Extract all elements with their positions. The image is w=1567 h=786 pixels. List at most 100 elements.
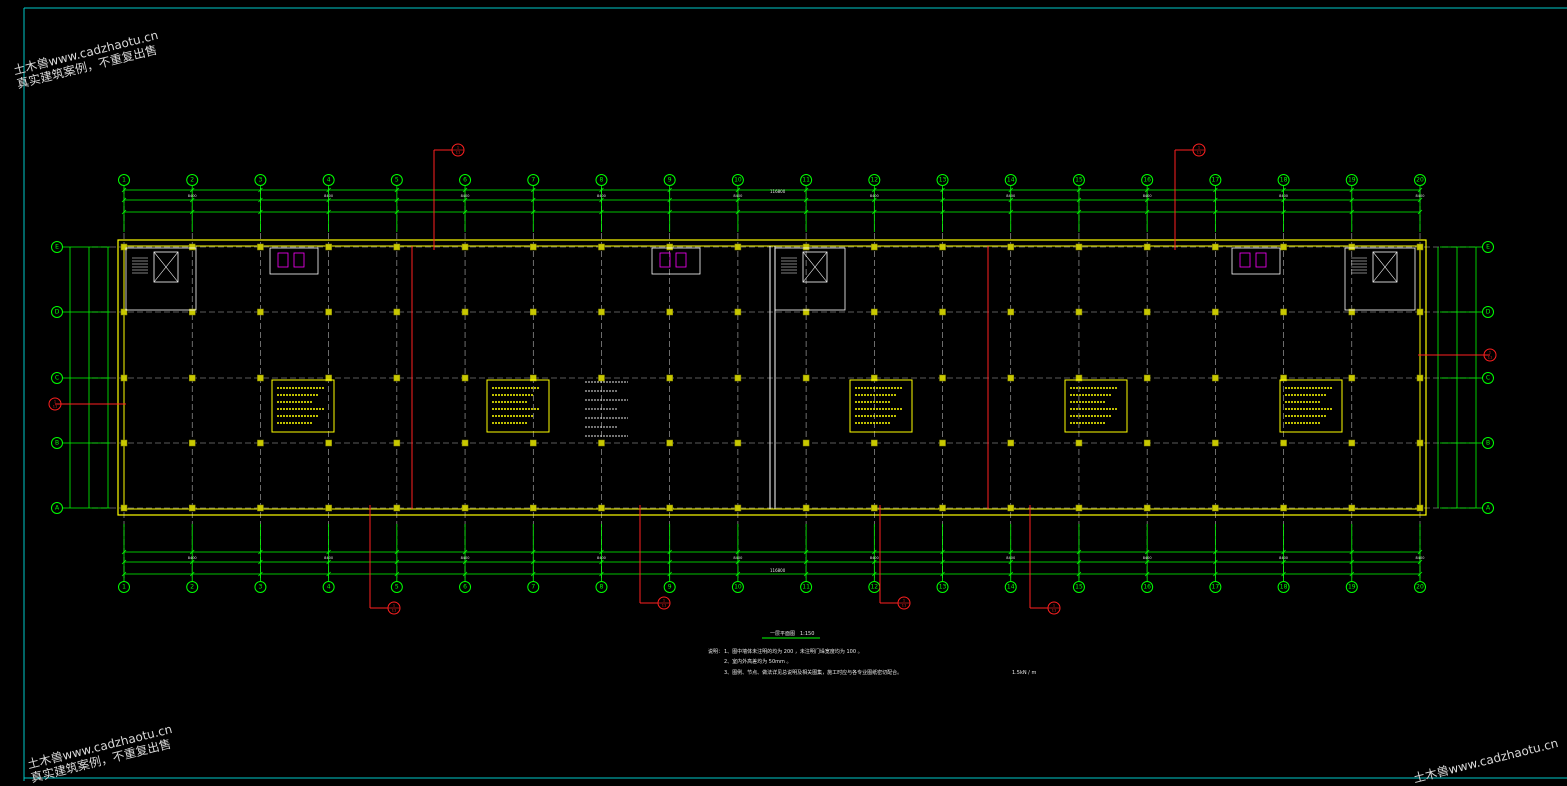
axis-number: 19	[1348, 177, 1356, 184]
structural-column	[1143, 308, 1151, 316]
structural-column	[393, 243, 401, 251]
axis-number: 11	[802, 177, 810, 184]
structural-column	[1143, 374, 1151, 382]
structural-column	[802, 439, 810, 447]
structural-column	[666, 374, 673, 382]
structural-column	[257, 374, 264, 382]
structural-column	[1143, 439, 1151, 447]
structural-column	[461, 243, 469, 251]
axis-number: 9	[668, 177, 672, 184]
structural-column	[1416, 374, 1424, 382]
structural-column	[188, 504, 196, 512]
axis-number: 19	[1348, 584, 1356, 591]
structural-column	[120, 374, 128, 382]
axis-number: 4	[327, 177, 331, 184]
structural-column	[871, 504, 878, 512]
axis-number: 14	[1007, 177, 1015, 184]
bay-dimension: 8400	[1279, 556, 1288, 560]
structural-column	[871, 308, 878, 316]
structural-column	[666, 439, 673, 447]
section-number-bottom: 11	[392, 609, 396, 613]
section-number-top: 1	[457, 146, 459, 150]
axis-number: 12	[870, 177, 878, 184]
structural-column	[1212, 439, 1219, 447]
section-number-bottom: 11	[456, 151, 460, 155]
structural-column	[120, 504, 128, 512]
axis-number: 13	[939, 177, 947, 184]
structural-column	[393, 439, 401, 447]
structural-column	[1143, 504, 1151, 512]
axis-letter: E	[55, 244, 59, 251]
section-number-top: 1	[663, 599, 665, 603]
structural-column	[257, 439, 264, 447]
axis-number: 16	[1143, 177, 1151, 184]
note-1: 1、图中墙体未注明的均为 200 ，未注明门垛宽度均为 100 。	[724, 648, 863, 655]
plan-title: 一层平面图	[770, 631, 795, 637]
axis-number: 20	[1416, 584, 1424, 591]
structural-column	[257, 243, 264, 251]
structural-column	[598, 243, 605, 251]
structural-column	[939, 243, 946, 251]
structural-column	[1075, 439, 1083, 447]
axis-number: 15	[1075, 584, 1083, 591]
section-number-top: 1	[54, 400, 56, 404]
bay-dimension: 8400	[1416, 556, 1425, 560]
structural-column	[666, 308, 673, 316]
structural-column	[734, 308, 742, 316]
axis-number: 17	[1212, 584, 1220, 591]
structural-column	[530, 243, 537, 251]
axis-number: 7	[531, 584, 535, 591]
structural-column	[1280, 308, 1287, 316]
axis-number: 8	[600, 177, 604, 184]
axis-number: 2	[190, 584, 194, 591]
structural-column	[120, 439, 128, 447]
structural-column	[802, 374, 810, 382]
structural-column	[666, 504, 673, 512]
structural-column	[530, 504, 537, 512]
structural-column	[1007, 504, 1014, 512]
structural-column	[1143, 243, 1151, 251]
structural-column	[1075, 243, 1083, 251]
note-2: 2、室内外高差均为 50mm 。	[724, 658, 791, 665]
plan-scale: 1:150	[800, 631, 814, 637]
axis-number: 14	[1007, 584, 1015, 591]
structural-column	[871, 243, 878, 251]
note-3: 3、图例、节点、做法详见总说明及相关图集，施工时应与各专业图纸密切配合。	[724, 669, 902, 676]
bay-dimension: 8400	[597, 194, 606, 198]
axis-letter: B	[55, 440, 59, 447]
axis-number: 8	[600, 584, 604, 591]
structural-column	[257, 308, 264, 316]
structural-column	[802, 504, 810, 512]
axis-number: 3	[259, 584, 263, 591]
structural-column	[461, 504, 469, 512]
section-number-bottom: 11	[1197, 151, 1201, 155]
structural-column	[188, 374, 196, 382]
structural-column	[871, 439, 878, 447]
structural-column	[257, 504, 264, 512]
structural-column	[666, 243, 673, 251]
structural-column	[1212, 308, 1219, 316]
total-dim-top: 116800	[770, 189, 786, 194]
structural-column	[1007, 439, 1014, 447]
structural-column	[1348, 374, 1356, 382]
note-tail: 1.5kN / m	[1012, 670, 1036, 676]
section-number-bottom: 11	[662, 604, 666, 608]
structural-column	[1348, 439, 1356, 447]
structural-column	[939, 374, 946, 382]
structural-column	[1416, 504, 1424, 512]
bay-dimension: 8400	[870, 194, 879, 198]
bay-dimension: 8400	[461, 194, 470, 198]
structural-column	[598, 374, 605, 382]
axis-number: 10	[734, 584, 742, 591]
structural-column	[325, 504, 332, 512]
structural-column	[1075, 308, 1083, 316]
axis-letter: E	[1486, 244, 1490, 251]
structural-column	[734, 243, 742, 251]
section-number-bottom: 11	[53, 405, 57, 409]
axis-number: 4	[327, 584, 331, 591]
section-number-top: 1	[1198, 146, 1200, 150]
section-number-top: 1	[1489, 351, 1491, 355]
axis-number: 16	[1143, 584, 1151, 591]
structural-column	[939, 308, 946, 316]
bay-dimension: 8400	[1143, 194, 1152, 198]
